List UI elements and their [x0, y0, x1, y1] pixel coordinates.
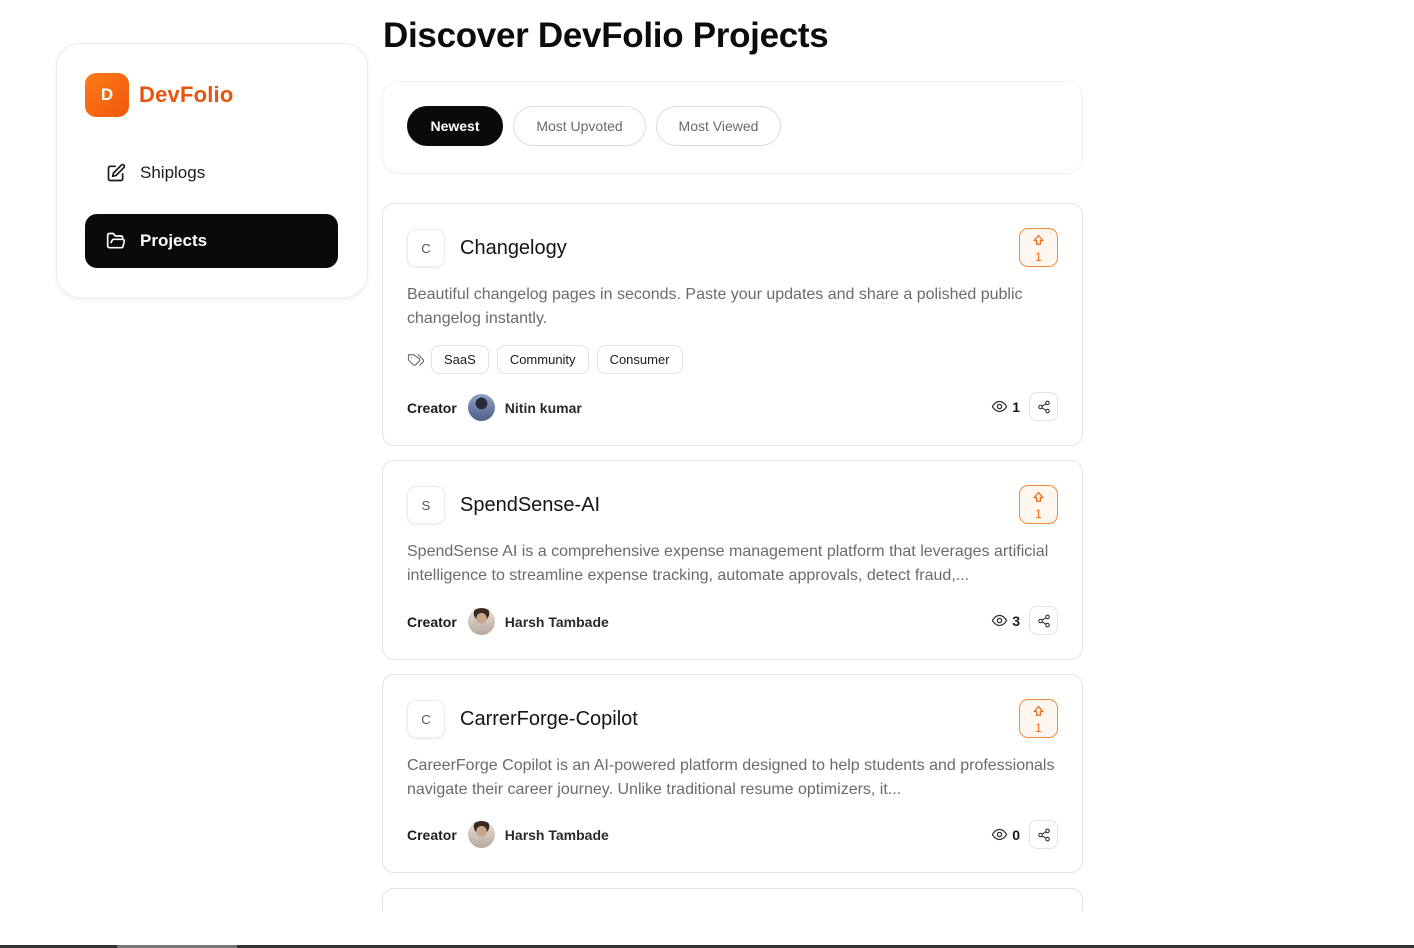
project-stats: 0: [991, 820, 1058, 849]
creator-name[interactable]: Harsh Tambade: [505, 827, 609, 843]
project-card[interactable]: C CarrerForge-Copilot 1 CareerForge Copi…: [382, 674, 1083, 873]
view-count: 1: [991, 398, 1020, 415]
upvote-count: 1: [1035, 506, 1042, 521]
project-title[interactable]: SpendSense-AI: [460, 494, 600, 517]
view-count-value: 1: [1012, 398, 1020, 415]
creator-label: Creator: [407, 399, 457, 416]
view-count-value: 3: [1012, 612, 1020, 629]
view-count: 3: [991, 612, 1020, 629]
arrow-up-icon: [1033, 234, 1044, 245]
creator-row: Creator Harsh Tambade: [407, 821, 609, 848]
creator-name[interactable]: Harsh Tambade: [505, 614, 609, 630]
brand-logo: D: [85, 73, 129, 117]
project-initial: C: [407, 700, 445, 738]
brand-name: DevFolio: [139, 82, 234, 107]
filter-newest-button[interactable]: Newest: [407, 106, 503, 146]
share-button[interactable]: [1029, 820, 1058, 849]
filter-most-upvoted-button[interactable]: Most Upvoted: [513, 106, 646, 146]
avatar[interactable]: [467, 821, 495, 848]
project-card[interactable]: C Changelogy 1 Beautiful changelog pages…: [382, 203, 1083, 446]
share-icon: [1037, 614, 1050, 627]
creator-name[interactable]: Nitin kumar: [505, 400, 582, 416]
upvote-button[interactable]: 1: [1019, 228, 1058, 267]
eye-icon: [991, 400, 1008, 413]
project-title[interactable]: CarrerForge-Copilot: [460, 708, 638, 731]
project-stats: 3: [991, 606, 1058, 635]
share-icon: [1037, 828, 1050, 841]
folder-open-icon: [106, 231, 126, 251]
sidebar: D DevFolio Shiplogs Projects: [56, 43, 368, 298]
creator-row: Creator Harsh Tambade: [407, 608, 609, 635]
arrow-up-icon: [1033, 705, 1044, 716]
edit-icon: [106, 163, 126, 183]
tag-icon: [407, 351, 425, 369]
eye-icon: [991, 614, 1008, 627]
project-description: CareerForge Copilot is an AI-powered pla…: [407, 757, 1055, 798]
view-count-value: 0: [1012, 826, 1020, 843]
creator-label: Creator: [407, 826, 457, 843]
avatar[interactable]: [467, 394, 495, 421]
sidebar-item-shiplogs[interactable]: Shiplogs: [85, 146, 338, 200]
tag[interactable]: Consumer: [596, 345, 683, 374]
project-stats: 1: [991, 392, 1058, 421]
upvote-count: 1: [1035, 249, 1042, 264]
view-count: 0: [991, 826, 1020, 843]
upvote-button[interactable]: 1: [1019, 699, 1058, 738]
project-initial: C: [407, 229, 445, 267]
sidebar-item-projects[interactable]: Projects: [85, 214, 338, 268]
share-button[interactable]: [1029, 606, 1058, 635]
upvote-count: 1: [1035, 720, 1042, 735]
share-icon: [1037, 400, 1050, 413]
project-card[interactable]: S SpendSense-AI 1 SpendSense AI is a com…: [382, 460, 1083, 660]
page-title: Discover DevFolio Projects: [383, 16, 829, 55]
filter-most-viewed-button[interactable]: Most Viewed: [656, 106, 781, 146]
tag-list: SaaS Community Consumer: [407, 345, 691, 374]
upvote-button[interactable]: 1: [1019, 485, 1058, 524]
brand[interactable]: D DevFolio: [85, 73, 234, 117]
project-description: SpendSense AI is a comprehensive expense…: [407, 543, 1049, 584]
tag[interactable]: Community: [496, 345, 589, 374]
avatar[interactable]: [467, 608, 495, 635]
project-initial: S: [407, 486, 445, 524]
eye-icon: [991, 828, 1008, 841]
creator-label: Creator: [407, 613, 457, 630]
filter-bar: Newest Most Upvoted Most Viewed: [382, 81, 1083, 174]
share-button[interactable]: [1029, 392, 1058, 421]
arrow-up-icon: [1033, 491, 1044, 502]
creator-row: Creator Nitin kumar: [407, 394, 582, 421]
project-card-partial[interactable]: [382, 888, 1083, 911]
project-title[interactable]: Changelogy: [460, 237, 567, 260]
tag[interactable]: SaaS: [431, 345, 489, 374]
sidebar-item-label: Projects: [140, 231, 208, 250]
project-description: Beautiful changelog pages in seconds. Pa…: [407, 286, 1023, 327]
sidebar-item-label: Shiplogs: [140, 163, 206, 182]
